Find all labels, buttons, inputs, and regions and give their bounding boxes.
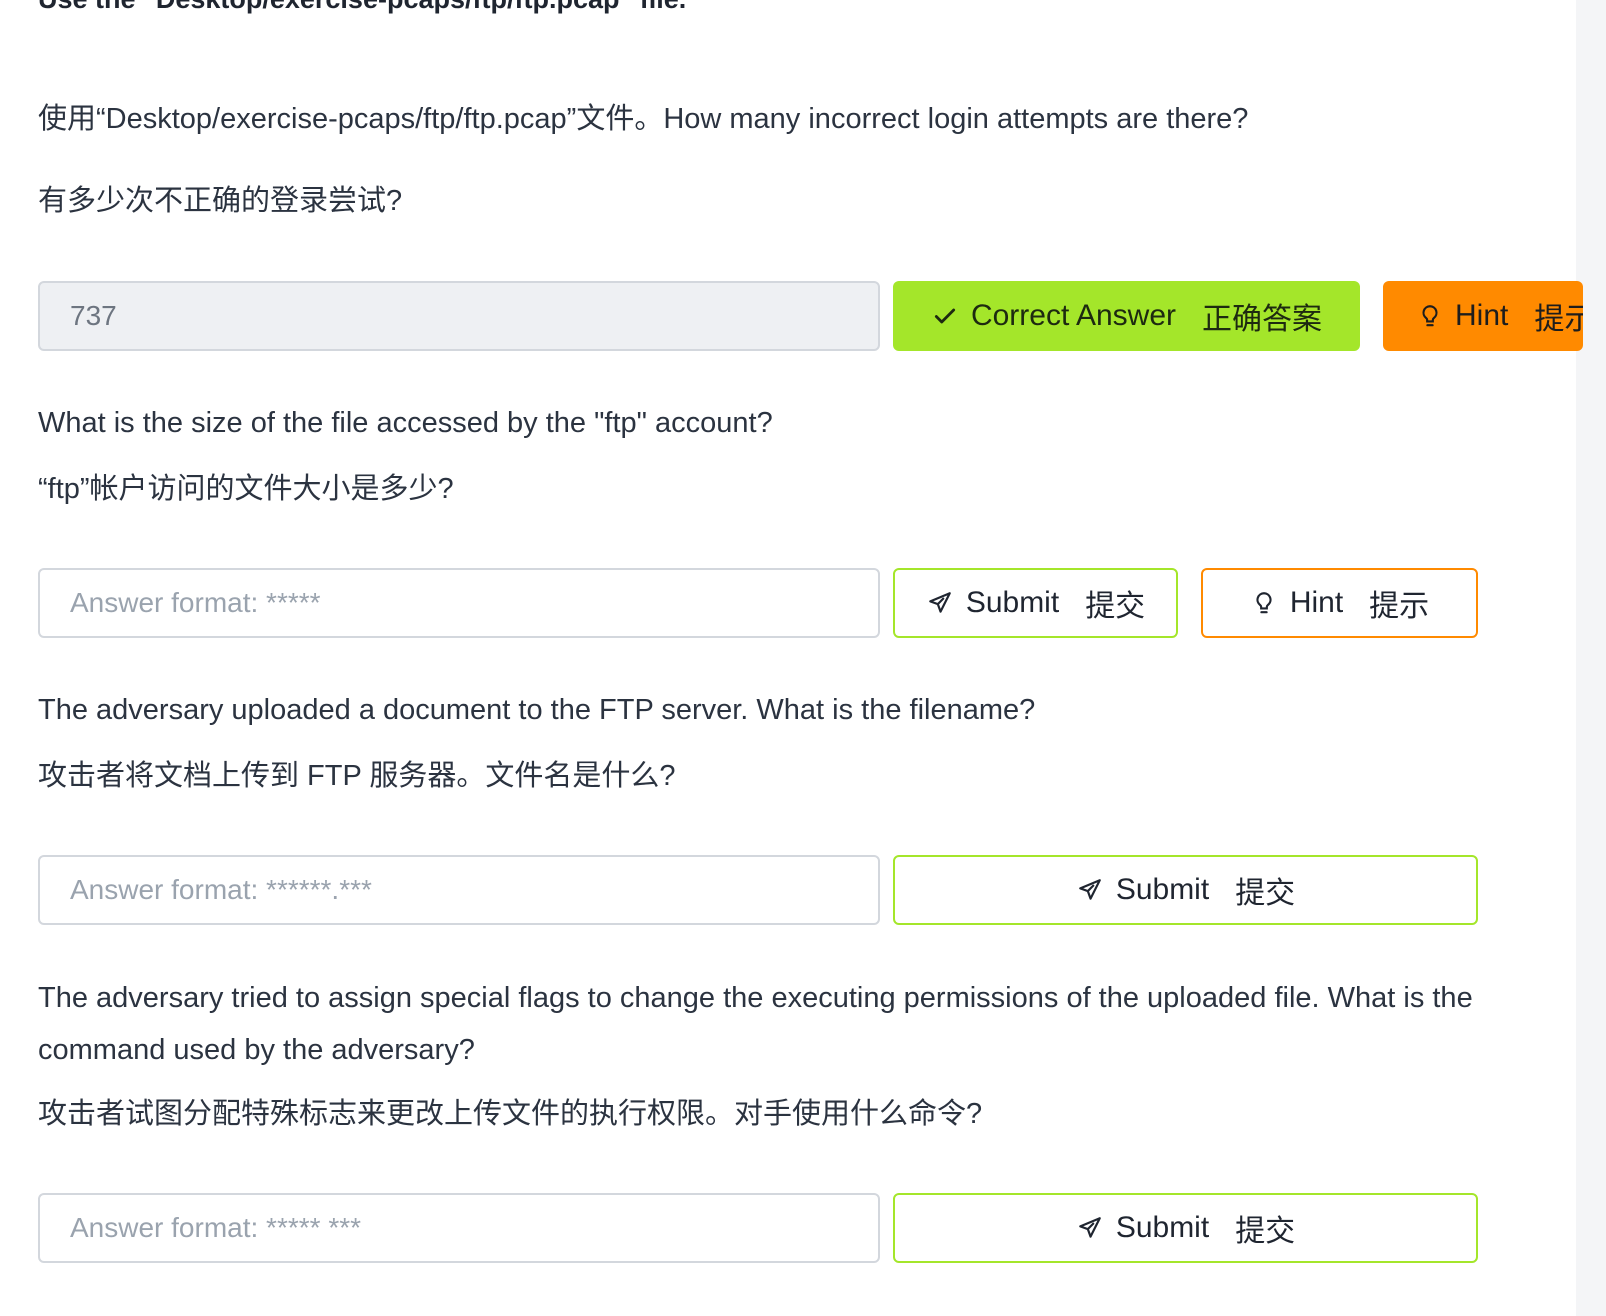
question-1-text: 使用“Desktop/exercise-pcaps/ftp/ftp.pcap”文… [38,103,1249,135]
question-3-text-zh: 攻击者将文档上传到 FTP 服务器。文件名是什么? [38,760,676,792]
send-icon [926,589,954,617]
submit-label-zh: 提交 [1085,590,1146,623]
section-heading: Use the "Desktop/exercise-pcaps/ftp/ftp.… [38,0,686,15]
question-1-text-zh: 有多少次不正确的登录尝试? [38,185,403,217]
hint-button-1[interactable]: Hint 提示 [1383,281,1583,351]
hint-label: Hint [1455,299,1509,332]
answer-placeholder: Answer format: ***** *** [70,1212,362,1243]
submit-label: Submit [965,586,1060,619]
lightbulb-icon [1250,589,1278,617]
question-2-text-zh: “ftp”帐户访问的文件大小是多少? [38,473,454,505]
correct-answer-label: Correct Answer [970,299,1177,332]
hint-label-zh: 提示 [1369,590,1430,623]
submit-label: Submit [1115,1211,1210,1244]
submit-button-3[interactable]: Submit 提交 [893,855,1478,925]
lightbulb-icon [1417,302,1443,330]
correct-answer-label-zh: 正确答案 [1202,303,1323,336]
hint-label-zh: 提示 [1534,303,1583,336]
answer-field-4[interactable]: Answer format: ***** *** [38,1193,880,1263]
hint-label: Hint [1289,586,1344,619]
submit-button-2[interactable]: Submit 提交 [893,568,1178,638]
correct-answer-button[interactable]: Correct Answer 正确答案 [893,281,1360,351]
answer-field-2[interactable]: Answer format: ***** [38,568,880,638]
check-icon [931,302,959,330]
task-content: Use the "Desktop/exercise-pcaps/ftp/ftp.… [38,0,1606,1316]
answer-value: 737 [70,300,117,331]
send-icon [1076,876,1104,904]
question-4-text: The adversary tried to assign special fl… [38,982,1473,1066]
answer-field-1[interactable]: 737 [38,281,880,351]
submit-label-zh: 提交 [1235,1215,1296,1248]
submit-label: Submit [1115,873,1210,906]
question-3-text: The adversary uploaded a document to the… [38,694,1036,726]
hint-button-2[interactable]: Hint 提示 [1201,568,1478,638]
submit-label-zh: 提交 [1235,877,1296,910]
send-icon [1076,1214,1104,1242]
question-4-text-zh: 攻击者试图分配特殊标志来更改上传文件的执行权限。对手使用什么命令? [38,1098,983,1130]
answer-field-3[interactable]: Answer format: ******.*** [38,855,880,925]
answer-placeholder: Answer format: ******.*** [70,874,372,905]
answer-placeholder: Answer format: ***** [70,587,321,618]
submit-button-4[interactable]: Submit 提交 [893,1193,1478,1263]
question-2-text: What is the size of the file accessed by… [38,407,773,439]
